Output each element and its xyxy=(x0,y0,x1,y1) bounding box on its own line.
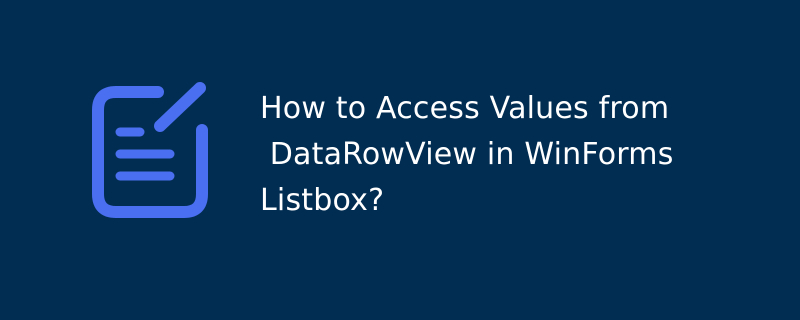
title-line-2: DataRowView in WinForms xyxy=(260,137,674,172)
document-edit-icon xyxy=(88,82,214,222)
title-line-1: How to Access Values from xyxy=(260,91,670,126)
title-line-3: Listbox? xyxy=(260,183,385,218)
article-title: How to Access Values from DataRowView in… xyxy=(260,86,780,224)
document-edit-icon-graphic xyxy=(92,82,208,218)
